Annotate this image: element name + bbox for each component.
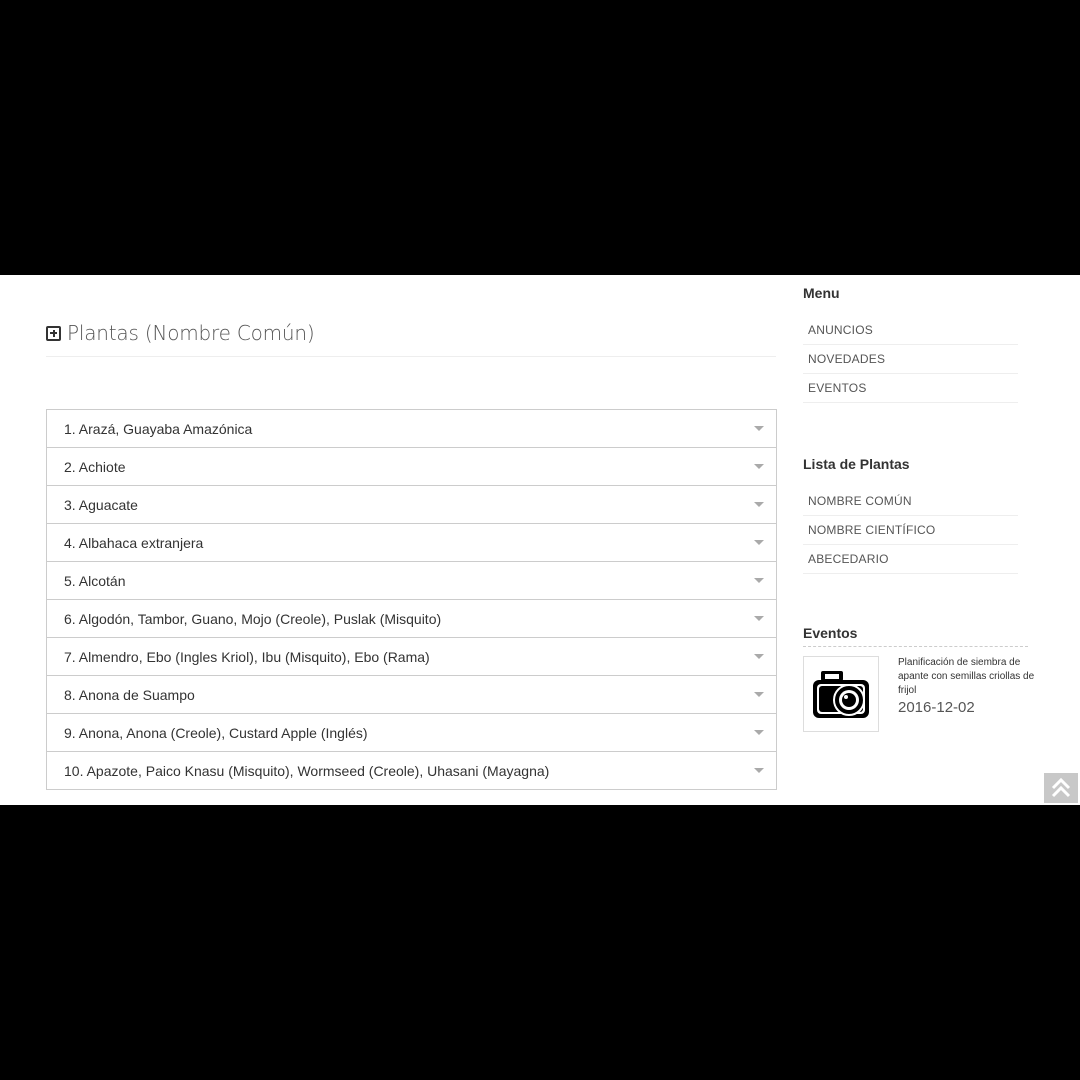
caret-down-icon	[754, 654, 764, 659]
accordion-item[interactable]: 8. Anona de Suampo	[46, 676, 777, 714]
accordion-item-label: 7. Almendro, Ebo (Ingles Kriol), Ibu (Mi…	[64, 648, 430, 665]
menu-link-novedades[interactable]: NOVEDADES	[803, 345, 1018, 374]
accordion-item[interactable]: 7. Almendro, Ebo (Ingles Kriol), Ibu (Mi…	[46, 638, 777, 676]
plant-list-link-nombre-comun[interactable]: NOMBRE COMÚN	[803, 487, 1018, 516]
accordion-item[interactable]: 9. Anona, Anona (Creole), Custard Apple …	[46, 714, 777, 752]
accordion-item[interactable]: 2. Achiote	[46, 448, 777, 486]
plant-list-link-nombre-cientifico[interactable]: NOMBRE CIENTÍFICO	[803, 516, 1018, 545]
accordion-item[interactable]: 6. Algodón, Tambor, Guano, Mojo (Creole)…	[46, 600, 777, 638]
accordion-item[interactable]: 3. Aguacate	[46, 486, 777, 524]
accordion-item-label: 1. Arazá, Guayaba Amazónica	[64, 420, 253, 437]
accordion-item[interactable]: 1. Arazá, Guayaba Amazónica	[46, 410, 777, 448]
plant-list-link-abecedario[interactable]: ABECEDARIO	[803, 545, 1018, 574]
accordion-item[interactable]: 10. Apazote, Paico Knasu (Misquito), Wor…	[46, 752, 777, 790]
caret-down-icon	[754, 692, 764, 697]
caret-down-icon	[754, 578, 764, 583]
menu-link-anuncios[interactable]: ANUNCIOS	[803, 316, 1018, 345]
accordion-item[interactable]: 5. Alcotán	[46, 562, 777, 600]
accordion-item[interactable]: 4. Albahaca extranjera	[46, 524, 777, 562]
caret-down-icon	[754, 616, 764, 621]
events-divider	[803, 646, 1028, 647]
plant-list-menu: NOMBRE COMÚN NOMBRE CIENTÍFICO ABECEDARI…	[803, 487, 1018, 574]
double-chevron-up-icon	[1051, 777, 1071, 798]
accordion-item-label: 9. Anona, Anona (Creole), Custard Apple …	[64, 724, 368, 741]
accordion-item-label: 2. Achiote	[64, 458, 126, 475]
caret-down-icon	[754, 502, 764, 507]
accordion-item-label: 5. Alcotán	[64, 572, 126, 589]
accordion-item-label: 8. Anona de Suampo	[64, 686, 195, 703]
caret-down-icon	[754, 540, 764, 545]
sidebar-menu: ANUNCIOS NOVEDADES EVENTOS	[803, 316, 1018, 403]
page-title: Plantas (Nombre Común)	[67, 321, 315, 345]
accordion-item-label: 4. Albahaca extranjera	[64, 534, 204, 551]
plant-list-heading: Lista de Plantas	[803, 456, 910, 472]
caret-down-icon	[754, 768, 764, 773]
events-heading: Eventos	[803, 625, 858, 641]
event-title-link[interactable]: Planificación de siembra de apante con s…	[898, 656, 1038, 698]
title-divider	[46, 356, 776, 357]
accordion-item-label: 3. Aguacate	[64, 496, 138, 513]
scroll-to-top-button[interactable]	[1044, 773, 1078, 803]
menu-heading: Menu	[803, 285, 840, 301]
caret-down-icon	[754, 464, 764, 469]
event-thumbnail[interactable]	[803, 656, 879, 732]
accordion-item-label: 6. Algodón, Tambor, Guano, Mojo (Creole)…	[64, 610, 442, 627]
page-header: Plantas (Nombre Común)	[46, 319, 315, 347]
event-date: 2016-12-02	[898, 699, 975, 716]
menu-link-eventos[interactable]: EVENTOS	[803, 374, 1018, 403]
caret-down-icon	[754, 426, 764, 431]
camera-icon	[813, 671, 869, 718]
plant-accordion: 1. Arazá, Guayaba Amazónica 2. Achiote 3…	[46, 409, 777, 790]
accordion-item-label: 10. Apazote, Paico Knasu (Misquito), Wor…	[64, 762, 550, 779]
caret-down-icon	[754, 730, 764, 735]
plus-square-icon[interactable]	[46, 325, 61, 341]
